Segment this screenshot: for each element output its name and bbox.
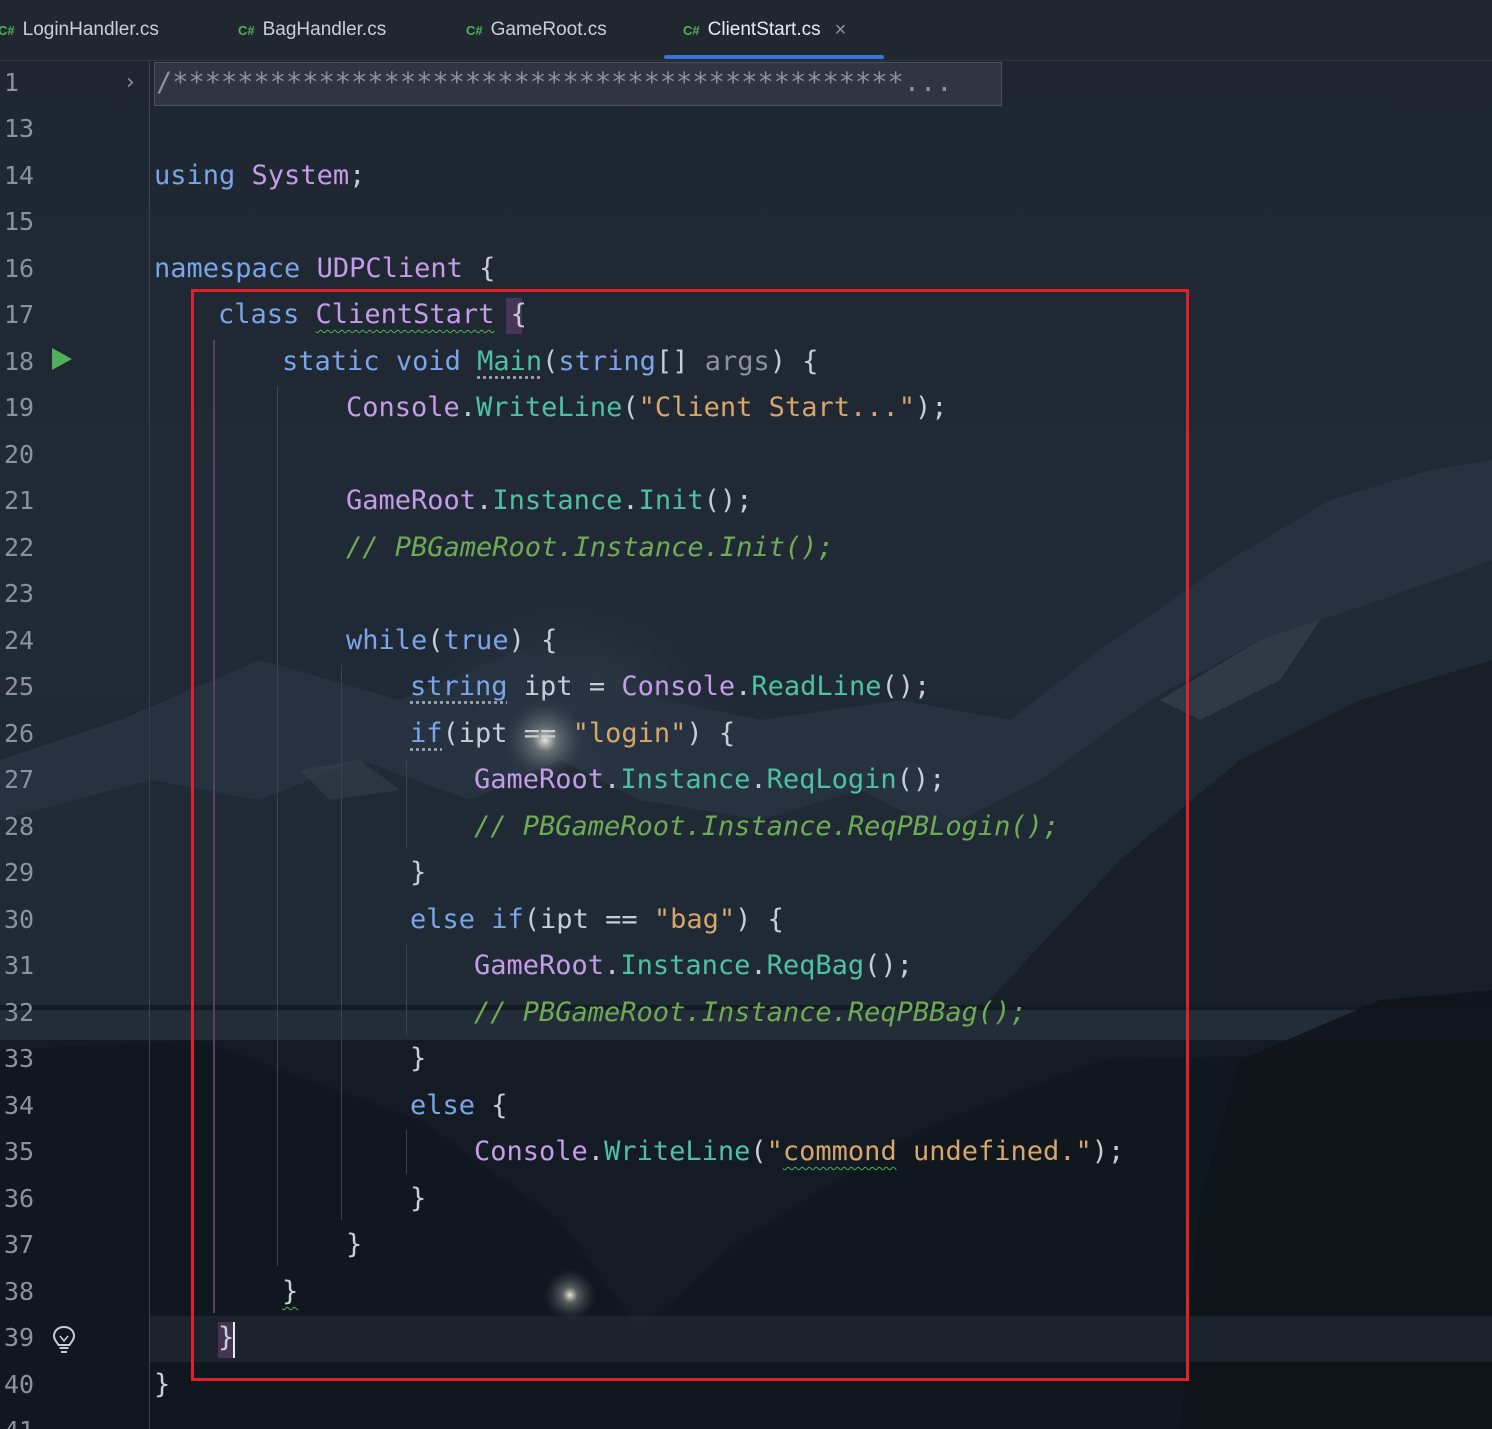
line-number: 13	[4, 114, 35, 143]
fold-arrow-icon[interactable]: ›	[126, 70, 135, 95]
line-number: 18	[4, 347, 35, 376]
line-number: 23	[4, 579, 35, 608]
tab-login-handler[interactable]: C# LoginHandler.cs	[0, 0, 159, 60]
punct: ;	[349, 160, 366, 191]
keyword: using	[154, 160, 236, 191]
line-number: 38	[4, 1277, 35, 1306]
line-number: 33	[4, 1044, 35, 1073]
lightbulb-icon[interactable]	[50, 1324, 78, 1356]
line-number: 16	[4, 254, 35, 283]
punct: }	[154, 1369, 171, 1400]
close-icon[interactable]: ×	[835, 19, 847, 42]
line-number: 19	[4, 393, 35, 422]
tab-game-root[interactable]: C# GameRoot.cs	[466, 0, 607, 60]
gutter-separator	[149, 60, 150, 1429]
type-name: UDPClient	[316, 253, 463, 284]
active-tab-indicator	[664, 55, 884, 59]
line-number: 36	[4, 1184, 35, 1213]
line-number: 27	[4, 765, 35, 794]
line-number: 41	[4, 1408, 44, 1429]
line-number: 31	[4, 951, 35, 980]
line-number: 1	[4, 68, 20, 97]
line-number: 17	[4, 300, 35, 329]
line-number: 39	[4, 1323, 35, 1352]
line-number: 26	[4, 719, 35, 748]
keyword: namespace	[154, 253, 301, 284]
csharp-file-icon: C#	[238, 22, 255, 38]
ide-editor: C# LoginHandler.cs C# BagHandler.cs C# G…	[0, 0, 1492, 1429]
line-number: 29	[4, 858, 35, 887]
tab-bag-handler[interactable]: C# BagHandler.cs	[238, 0, 386, 60]
csharp-file-icon: C#	[466, 22, 483, 38]
annotation-highlight-box	[191, 289, 1189, 1381]
line-number: 25	[4, 672, 35, 701]
line-number: 32	[4, 998, 35, 1027]
line-number: 14	[4, 161, 35, 190]
punct: {	[462, 253, 496, 284]
folded-comment-text: /***************************************…	[156, 67, 953, 98]
line-number: 37	[4, 1230, 35, 1259]
line-number: 34	[4, 1091, 35, 1120]
csharp-file-icon: C#	[683, 22, 700, 38]
line-number: 21	[4, 486, 35, 515]
tab-label: GameRoot.cs	[490, 19, 607, 40]
code-line: using System;	[154, 153, 365, 199]
code-line: }	[154, 1362, 170, 1408]
line-number: 30	[4, 905, 35, 934]
run-gutter-icon[interactable]	[52, 348, 72, 370]
tab-label: BagHandler.cs	[262, 19, 387, 40]
tab-label: ClientStart.cs	[707, 19, 821, 40]
editor-tab-bar: C# LoginHandler.cs C# BagHandler.cs C# G…	[0, 0, 1492, 61]
line-number: 20	[4, 440, 35, 469]
tab-label: LoginHandler.cs	[22, 19, 159, 40]
line-number: 28	[4, 812, 35, 841]
line-number: 15	[4, 207, 35, 236]
tab-client-start[interactable]: C# ClientStart.cs ×	[683, 0, 846, 60]
csharp-file-icon: C#	[0, 22, 15, 38]
line-number: 24	[4, 626, 35, 655]
line-number: 40	[4, 1370, 35, 1399]
type-name: System	[251, 160, 350, 191]
code-line: namespace UDPClient {	[154, 246, 495, 292]
line-number: 22	[4, 533, 35, 562]
line-number: 35	[4, 1137, 35, 1166]
